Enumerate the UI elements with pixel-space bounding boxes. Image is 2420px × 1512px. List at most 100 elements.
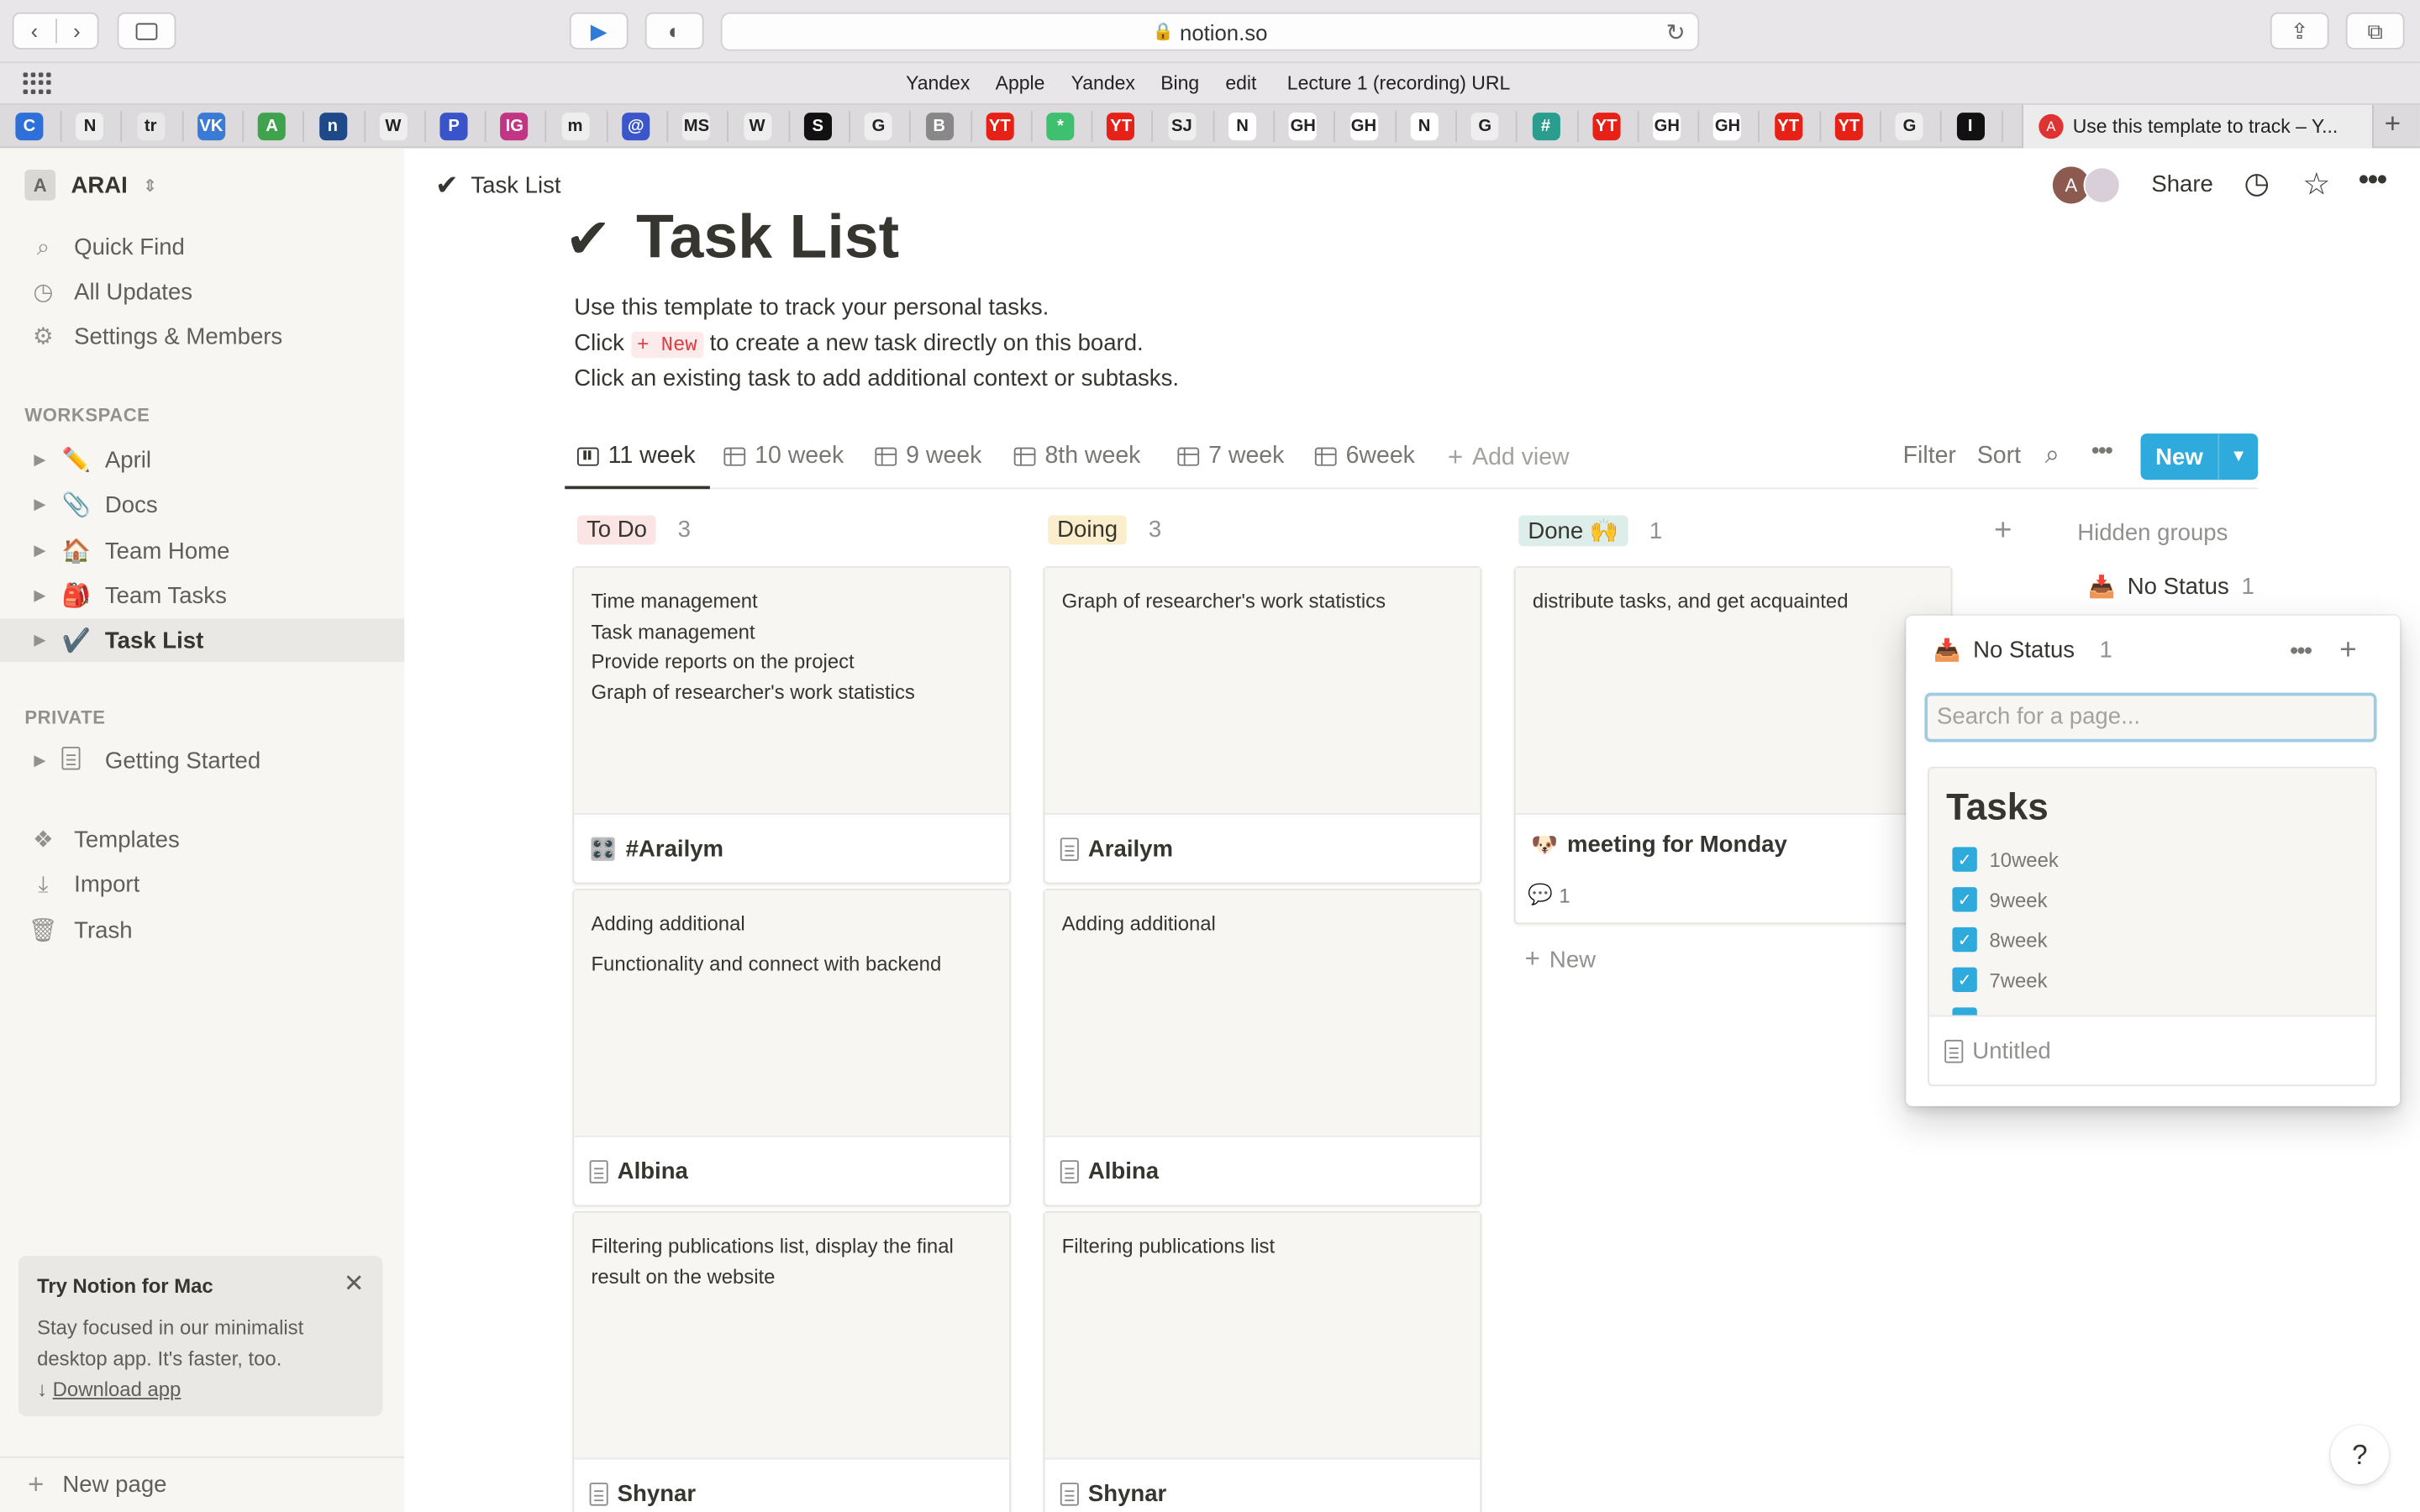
tab-favicon[interactable]: N xyxy=(1410,113,1439,141)
more-icon[interactable]: ••• xyxy=(2290,638,2312,664)
tab-favicon[interactable]: GH xyxy=(1349,113,1378,141)
expand-triangle-icon[interactable]: ▶ xyxy=(34,451,55,468)
board-card[interactable]: Filtering publications list Shynar xyxy=(1043,1210,1482,1512)
sidebar-item-import[interactable]: ⤓ Import xyxy=(0,863,404,906)
tab-favicon[interactable]: G xyxy=(1896,113,1924,141)
new-tab-button[interactable]: + xyxy=(2385,108,2401,141)
download-app-link[interactable]: Download app xyxy=(53,1378,182,1401)
board-card[interactable]: Graph of researcher's work statistics Ar… xyxy=(1043,566,1482,885)
column-header-todo[interactable]: To Do 3 xyxy=(576,515,691,545)
tab-favicon[interactable]: G xyxy=(864,113,892,141)
apps-grid-icon[interactable] xyxy=(23,72,51,94)
tab-favicon[interactable]: W xyxy=(743,113,771,141)
hidden-group-no-status[interactable]: 📥 No Status 1 xyxy=(2088,574,2254,600)
privacy-button[interactable]: ◐ xyxy=(644,12,704,50)
back-icon[interactable]: ‹ xyxy=(14,18,55,43)
tab-favicon[interactable]: n xyxy=(318,113,347,141)
board-card[interactable]: Adding additional Functionality and conn… xyxy=(572,888,1012,1207)
close-icon[interactable]: ✕ xyxy=(344,1268,365,1299)
search-icon[interactable]: ⌕ xyxy=(2045,439,2060,470)
board-card[interactable]: Adding additional Albina xyxy=(1043,888,1482,1207)
bookmark-link[interactable]: Yandex xyxy=(1071,72,1135,94)
tab-favicon[interactable]: YT xyxy=(1107,113,1135,141)
share-button[interactable]: Share xyxy=(2151,171,2213,197)
forward-icon[interactable]: › xyxy=(56,18,97,43)
plus-icon[interactable]: + xyxy=(2339,634,2356,667)
checklist-item[interactable]: ✓ 10week xyxy=(1946,839,2358,879)
board-card[interactable]: Filtering publications list, display the… xyxy=(572,1210,1012,1512)
active-tab[interactable]: A Use this template to track – Y... xyxy=(2022,104,2374,149)
bookmark-link[interactable]: edit xyxy=(1225,72,1256,94)
sidebar-item-docs[interactable]: ▶ 📎 Docs xyxy=(0,483,404,526)
address-bar[interactable]: 🔒 notion.so ↻ xyxy=(720,12,1700,51)
tab-9-week[interactable]: 9 week xyxy=(875,443,981,470)
sidebar-item-april[interactable]: ▶ ✏️ April xyxy=(0,438,404,481)
tab-favicon[interactable]: SJ xyxy=(1167,113,1196,141)
expand-triangle-icon[interactable]: ▶ xyxy=(34,496,55,512)
column-header-doing[interactable]: Doing 3 xyxy=(1048,515,1161,545)
search-input[interactable]: Search for a page... xyxy=(1924,692,2377,743)
tab-favicon[interactable]: MS xyxy=(682,113,711,141)
breadcrumb[interactable]: ✔ Task List xyxy=(435,170,561,202)
bookmark-link[interactable]: Apple xyxy=(996,72,1045,94)
tab-favicon[interactable]: I xyxy=(1956,113,1985,141)
add-group-button[interactable]: + xyxy=(1994,514,2012,549)
tab-favicon[interactable]: B xyxy=(925,113,954,141)
expand-triangle-icon[interactable]: ▶ xyxy=(34,543,55,559)
tab-favicon[interactable]: YT xyxy=(986,113,1014,141)
bookmark-link[interactable]: Bing xyxy=(1160,72,1199,94)
tab-favicon[interactable]: YT xyxy=(1592,113,1621,141)
board-card[interactable]: distribute tasks, and get acquainted 🐶 m… xyxy=(1513,566,1953,925)
tab-favicon[interactable]: * xyxy=(1046,113,1075,141)
tabs-overview-button[interactable]: ⧉ xyxy=(2345,12,2405,50)
bookmark-link[interactable]: Lecture 1 (recording) URL xyxy=(1287,72,1510,94)
sidebar-toggle-button[interactable] xyxy=(117,12,176,50)
bookmark-link[interactable]: Yandex xyxy=(906,72,970,94)
tab-favicon[interactable]: N xyxy=(76,113,104,141)
sidebar-item-settings[interactable]: ⚙ Settings & Members xyxy=(0,315,404,358)
new-button[interactable]: New ▼ xyxy=(2140,433,2259,480)
sidebar-item-task-list[interactable]: ▶ ✔️ Task List xyxy=(0,618,405,662)
checklist-item[interactable]: ✓ 8week xyxy=(1946,920,2358,960)
tab-favicon[interactable]: VK xyxy=(197,113,225,141)
sidebar-item-team-tasks[interactable]: ▶ 🎒 Team Tasks xyxy=(0,574,404,617)
more-icon[interactable]: ••• xyxy=(2091,438,2113,466)
page-title[interactable]: Task List xyxy=(636,203,899,273)
help-button[interactable]: ? xyxy=(2330,1425,2390,1484)
add-view-button[interactable]: + Add view xyxy=(1448,443,1570,474)
board-card[interactable]: Tasks ✓ 10week ✓ 9week ✓ 8week ✓ 7week ✓ Unt… xyxy=(1928,766,2377,1087)
tab-favicon[interactable]: tr xyxy=(136,113,165,141)
workspace-switcher[interactable]: A ARAI ⇕ xyxy=(24,170,157,201)
filter-button[interactable]: Filter xyxy=(1903,443,1956,470)
tab-favicon[interactable]: GH xyxy=(1289,113,1318,141)
history-icon[interactable]: ◷ xyxy=(2244,166,2270,202)
tab-favicon[interactable]: P xyxy=(439,113,468,141)
extension-button[interactable]: ▶ xyxy=(569,12,629,50)
tab-favicon[interactable]: YT xyxy=(1834,113,1863,141)
tab-8th-week[interactable]: 8th week xyxy=(1013,443,1140,470)
reload-icon[interactable]: ↻ xyxy=(1666,18,1686,46)
tab-favicon[interactable]: IG xyxy=(500,113,529,141)
chevron-down-icon[interactable]: ▼ xyxy=(2217,433,2258,480)
board-card[interactable]: Time management Task management Provide … xyxy=(572,566,1012,885)
tab-6week[interactable]: 6week xyxy=(1314,443,1415,470)
checklist-item[interactable]: ✓ 7week xyxy=(1946,959,2358,1000)
tab-favicon[interactable]: A xyxy=(258,113,287,141)
tab-10-week[interactable]: 10 week xyxy=(723,443,844,470)
expand-triangle-icon[interactable]: ▶ xyxy=(34,587,55,604)
sidebar-item-templates[interactable]: ❖ Templates xyxy=(0,817,404,860)
share-page-button[interactable]: ⇪ xyxy=(2270,12,2329,50)
new-page-button[interactable]: + New page xyxy=(0,1456,405,1512)
tab-favicon[interactable]: YT xyxy=(1774,113,1802,141)
tab-favicon[interactable]: N xyxy=(1228,113,1257,141)
tab-favicon[interactable]: # xyxy=(1531,113,1560,141)
add-card-button[interactable]: + New xyxy=(1525,944,1596,975)
tab-favicon[interactable]: W xyxy=(379,113,408,141)
checklist-item[interactable]: ✓ 9week xyxy=(1946,879,2358,920)
tab-favicon[interactable]: GH xyxy=(1713,113,1742,141)
back-forward-buttons[interactable]: ‹ › xyxy=(12,12,99,50)
sidebar-item-quick-find[interactable]: ⌕ Quick Find xyxy=(0,225,404,268)
tab-favicon[interactable]: m xyxy=(560,113,590,141)
expand-triangle-icon[interactable]: ▶ xyxy=(34,632,55,648)
avatar-secondary[interactable] xyxy=(2083,166,2121,204)
